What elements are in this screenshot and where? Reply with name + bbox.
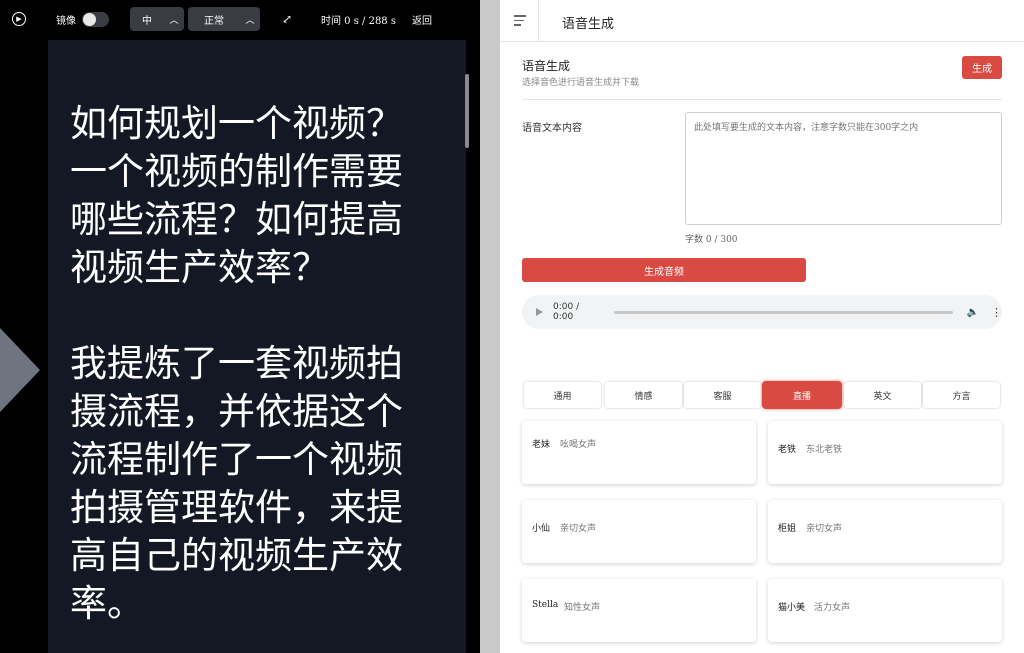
menu-icon[interactable] xyxy=(514,15,526,26)
chevron-up-icon: ︿ xyxy=(245,15,255,26)
progress-slider[interactable] xyxy=(613,310,953,314)
tab-general[interactable]: 通用 xyxy=(524,382,601,408)
voice-name: 柜姐 xyxy=(778,524,797,534)
voice-category-tabs: 通用 情感 客服 直播 英文 方言 xyxy=(524,381,1004,409)
voice-desc: 东北老铁 xyxy=(806,445,843,455)
voice-card[interactable]: 老妹 吆喝女声 xyxy=(522,421,756,484)
panel-header: 语音生成 xyxy=(500,0,1024,42)
back-button[interactable]: 返回 xyxy=(412,0,432,38)
header-divider xyxy=(538,0,539,42)
voice-card[interactable]: 柜姐 亲切女声 xyxy=(768,500,1002,563)
voice-desc: 活力女声 xyxy=(814,603,851,613)
voice-card[interactable]: 小仙 亲切女声 xyxy=(522,500,756,563)
font-size-value: 中 xyxy=(142,15,152,27)
voice-name: 猫小美 xyxy=(778,603,806,613)
divider xyxy=(522,99,1002,100)
player-time: 0:00 / 0:00 xyxy=(553,302,580,322)
voice-card[interactable]: 老铁 东北老铁 xyxy=(768,421,1002,484)
chevron-up-icon: ︿ xyxy=(169,15,179,26)
fullscreen-icon[interactable]: ⤢ xyxy=(280,0,294,38)
time-readout: 时间 0 s / 288 s xyxy=(321,15,396,27)
tab-live[interactable]: 直播 xyxy=(762,381,842,409)
voice-card[interactable]: 猫小美 活力女声 xyxy=(768,579,1002,642)
generate-button[interactable]: 生成 xyxy=(962,56,1002,79)
play-icon: ▶ xyxy=(12,12,26,26)
tab-emotion[interactable]: 情感 xyxy=(605,382,682,408)
audio-player: 0:00 / 0:00 🔈 ⋮ xyxy=(522,295,1002,329)
voice-name: 老妹 xyxy=(532,440,551,450)
section-title: 语音生成 xyxy=(522,59,571,73)
tab-dialect[interactable]: 方言 xyxy=(923,382,1000,408)
teleprompter-toolbar: ▶ 镜像 中 ︿ 正常 ︿ ⤢ 时间 0 s / 288 s 返回 xyxy=(0,0,480,38)
voice-name: 老铁 xyxy=(778,445,797,455)
mirror-toggle[interactable] xyxy=(82,0,110,38)
split-divider[interactable] xyxy=(480,0,500,653)
voice-desc: 亲切女声 xyxy=(560,524,597,534)
play-indicator-arrow xyxy=(0,328,40,412)
voice-panel: 语音生成 语音生成 选择音色进行语音生成并下载 生成 语音文本内容 字数 0 /… xyxy=(500,0,1024,653)
prompter-paragraph: 我提炼了一套视频拍摄流程，并依据这个流程制作了一个视频拍摄管理软件，来提高自己的… xyxy=(70,342,403,625)
voice-text-input[interactable] xyxy=(685,112,1002,225)
voice-desc: 知性女声 xyxy=(564,603,601,613)
more-options-icon[interactable]: ⋮ xyxy=(991,306,1002,319)
mirror-label: 镜像 xyxy=(56,15,76,27)
font-size-select[interactable]: 中 ︿ xyxy=(130,7,184,31)
voice-card[interactable]: Stella 知性女声 xyxy=(522,579,756,642)
voice-name: 小仙 xyxy=(532,524,551,534)
tab-english[interactable]: 英文 xyxy=(844,382,921,408)
speed-value: 正常 xyxy=(204,15,224,27)
prompter-text: 如何规划一个视频？一个视频的制作需要哪些流程？如何提高视频生产效率？ 我提炼了一… xyxy=(70,100,425,653)
speed-select[interactable]: 正常 ︿ xyxy=(188,7,260,31)
play-button[interactable]: ▶ xyxy=(12,0,28,38)
section-subtitle: 选择音色进行语音生成并下载 xyxy=(522,78,640,88)
play-icon[interactable] xyxy=(536,308,543,316)
teleprompter-pane: ▶ 镜像 中 ︿ 正常 ︿ ⤢ 时间 0 s / 288 s 返回 如何规划一个… xyxy=(0,0,480,653)
volume-icon[interactable]: 🔈 xyxy=(967,307,979,318)
prompter-area[interactable]: 如何规划一个视频？一个视频的制作需要哪些流程？如何提高视频生产效率？ 我提炼了一… xyxy=(48,40,466,653)
voice-desc: 亲切女声 xyxy=(806,524,843,534)
tab-service[interactable]: 客服 xyxy=(684,382,761,408)
page-title: 语音生成 xyxy=(562,17,615,32)
scrollbar[interactable] xyxy=(465,74,469,148)
voice-desc: 吆喝女声 xyxy=(560,440,597,450)
app-root: ▶ 镜像 中 ︿ 正常 ︿ ⤢ 时间 0 s / 288 s 返回 如何规划一个… xyxy=(0,0,1024,653)
char-count: 字数 0 / 300 xyxy=(685,235,738,245)
generate-audio-button[interactable]: 生成音频 xyxy=(522,258,806,282)
text-field-label: 语音文本内容 xyxy=(522,123,582,134)
voice-name: Stella xyxy=(532,600,559,610)
prompter-paragraph: 如何规划一个视频？一个视频的制作需要哪些流程？如何提高视频生产效率？ xyxy=(70,102,403,289)
